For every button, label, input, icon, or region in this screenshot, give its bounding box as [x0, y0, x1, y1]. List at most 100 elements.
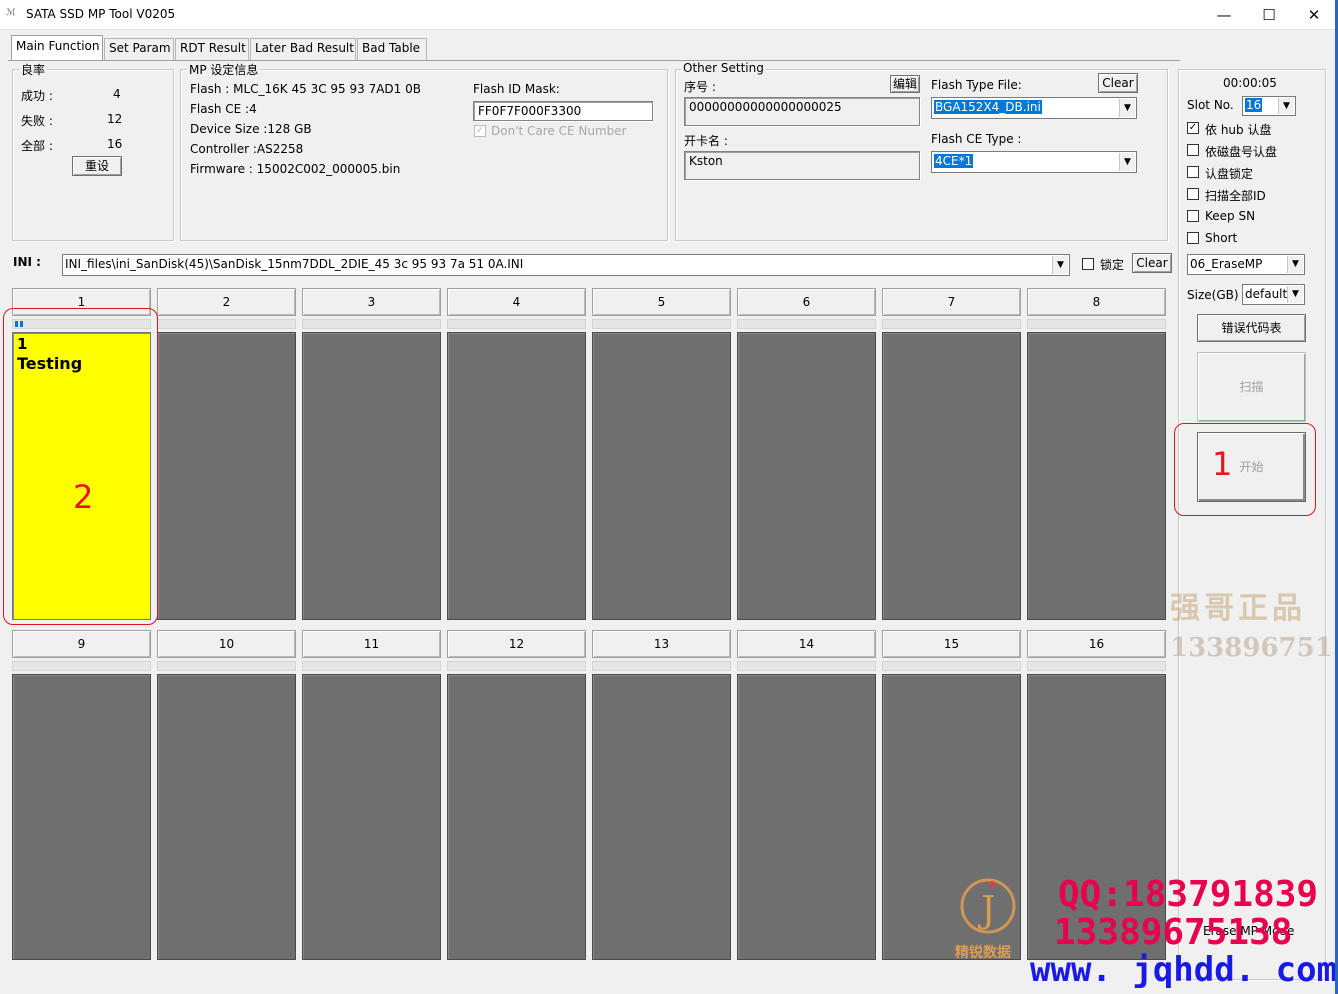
chevron-down-icon: ▼	[1287, 256, 1303, 273]
slot-8-progress	[1027, 319, 1166, 329]
ini-clear-button[interactable]: Clear	[1132, 253, 1172, 273]
slot-2-status[interactable]	[157, 332, 296, 620]
dont-care-ce-label: Don't Care CE Number	[491, 124, 627, 138]
hub-detect-checkbox[interactable]: ✓	[1187, 122, 1199, 134]
slot-8-status[interactable]	[1027, 332, 1166, 620]
slot-4-progress	[447, 319, 586, 329]
success-label: 成功 :	[21, 89, 53, 103]
chevron-down-icon: ▼	[1119, 153, 1135, 171]
slot-5-header: 5	[592, 288, 731, 316]
disk-number-detect-checkbox[interactable]	[1187, 144, 1199, 156]
flash-ce-type-value: 4CE*1	[934, 154, 974, 168]
hub-detect-label: 依 hub 认盘	[1205, 123, 1272, 137]
ini-label: INI :	[13, 255, 41, 269]
slot-13-status[interactable]	[592, 674, 731, 960]
error-codes-button[interactable]: 错误代码表	[1197, 314, 1306, 342]
slot-7-status[interactable]	[882, 332, 1021, 620]
tab-main-function[interactable]: Main Function	[11, 35, 103, 61]
dont-care-ce-checkbox[interactable]: ✓	[474, 125, 486, 137]
watermark-logo-text: 精锐数据	[955, 945, 1011, 961]
flash-id-mask-field[interactable]: FF0F7F000F3300	[473, 101, 653, 121]
watermark-phone: 13389675138	[1054, 912, 1293, 953]
slot-4-status[interactable]	[447, 332, 586, 620]
slot-10-header: 10	[157, 630, 296, 658]
slot-15-progress	[882, 661, 1021, 671]
maximize-icon[interactable]: ☐	[1246, 0, 1292, 30]
flash-type-file-select[interactable]: BGA152X4_DB.ini ▼	[931, 97, 1137, 119]
slot-5-status[interactable]	[592, 332, 731, 620]
disk-number-detect-label: 依磁盘号认盘	[1205, 145, 1278, 159]
device-size-info: Device Size :128 GB	[190, 122, 312, 136]
edit-serial-button[interactable]: 编辑	[890, 75, 920, 93]
keep-sn-checkbox[interactable]	[1187, 210, 1199, 222]
chevron-down-icon: ▼	[1052, 256, 1068, 274]
keep-sn-label: Keep SN	[1205, 209, 1256, 223]
tab-set-param[interactable]: Set Param	[104, 38, 174, 60]
watermark-qq: QQ:183791839	[1058, 874, 1319, 915]
slot-6-progress	[737, 319, 876, 329]
slot-11-progress	[302, 661, 441, 671]
slot-6-header: 6	[737, 288, 876, 316]
slot-9-header: 9	[12, 630, 151, 658]
ini-file-select[interactable]: INI_files\ini_SanDisk(45)\SanDisk_15nm7D…	[62, 254, 1070, 276]
scan-button[interactable]: 扫描	[1197, 352, 1306, 422]
slot-10-status[interactable]	[157, 674, 296, 960]
reset-button[interactable]: 重设	[72, 156, 122, 176]
chevron-down-icon: ▼	[1119, 99, 1135, 117]
slot-3-progress	[302, 319, 441, 329]
flash-type-clear-button[interactable]: Clear	[1098, 73, 1138, 93]
watermark-logo-icon: J	[960, 878, 1016, 934]
mode-select[interactable]: 06_EraseMP ▼	[1187, 254, 1305, 275]
tab-later-bad-result[interactable]: Later Bad Result	[250, 38, 356, 60]
tab-bad-table[interactable]: Bad Table	[357, 38, 427, 60]
total-count: 16	[107, 137, 123, 151]
slot-15-header: 15	[882, 630, 1021, 658]
app-icon: ℳ	[6, 8, 16, 18]
serial-field[interactable]: 00000000000000000025	[684, 97, 920, 126]
slot-13-header: 13	[592, 630, 731, 658]
detect-lock-checkbox[interactable]	[1187, 166, 1199, 178]
slot-7-header: 7	[882, 288, 1021, 316]
chevron-down-icon: ▼	[1287, 286, 1303, 303]
annotation-start-box	[1174, 423, 1316, 516]
slot-2-header: 2	[157, 288, 296, 316]
slot-6-status[interactable]	[737, 332, 876, 620]
slot-16-header: 16	[1027, 630, 1166, 658]
scan-all-id-checkbox[interactable]	[1187, 188, 1199, 200]
flash-ce-info: Flash CE :4	[190, 102, 257, 116]
window-title: SATA SSD MP Tool V0205	[26, 7, 176, 21]
slot-10-progress	[157, 661, 296, 671]
mode-value: 06_EraseMP	[1190, 257, 1263, 271]
slot-9-progress	[12, 661, 151, 671]
size-value: default	[1245, 287, 1288, 301]
flash-ce-type-select[interactable]: 4CE*1 ▼	[931, 151, 1137, 173]
slot-14-status[interactable]	[737, 674, 876, 960]
slot-12-progress	[447, 661, 586, 671]
card-name-field[interactable]: Kston	[684, 151, 920, 180]
flash-id-mask-label: Flash ID Mask:	[473, 82, 560, 96]
chevron-down-icon: ▼	[1278, 98, 1294, 114]
slot-2-progress	[157, 319, 296, 329]
tab-rdt-result[interactable]: RDT Result	[175, 38, 249, 60]
lock-checkbox[interactable]	[1082, 258, 1094, 270]
slot-12-header: 12	[447, 630, 586, 658]
slot-no-select[interactable]: 16 ▼	[1242, 96, 1296, 116]
scan-all-id-label: 扫描全部ID	[1205, 189, 1266, 203]
slot-14-header: 14	[737, 630, 876, 658]
right-panel	[1178, 69, 1326, 980]
slot-3-header: 3	[302, 288, 441, 316]
close-icon[interactable]: ✕	[1291, 0, 1337, 30]
slot-9-status[interactable]	[12, 674, 151, 960]
watermark-stamp-line2: 13389675138	[1170, 633, 1338, 663]
total-label: 全部 :	[21, 139, 53, 153]
short-checkbox[interactable]	[1187, 232, 1199, 244]
short-label: Short	[1205, 231, 1238, 245]
slot-3-status[interactable]	[302, 332, 441, 620]
size-select[interactable]: default ▼	[1242, 284, 1305, 305]
slot-12-status[interactable]	[447, 674, 586, 960]
slot-11-status[interactable]	[302, 674, 441, 960]
minimize-icon[interactable]: —	[1201, 0, 1247, 30]
success-count: 4	[113, 87, 121, 101]
yield-group-title: 良率	[19, 61, 48, 78]
card-name-label: 开卡名 :	[684, 134, 728, 148]
